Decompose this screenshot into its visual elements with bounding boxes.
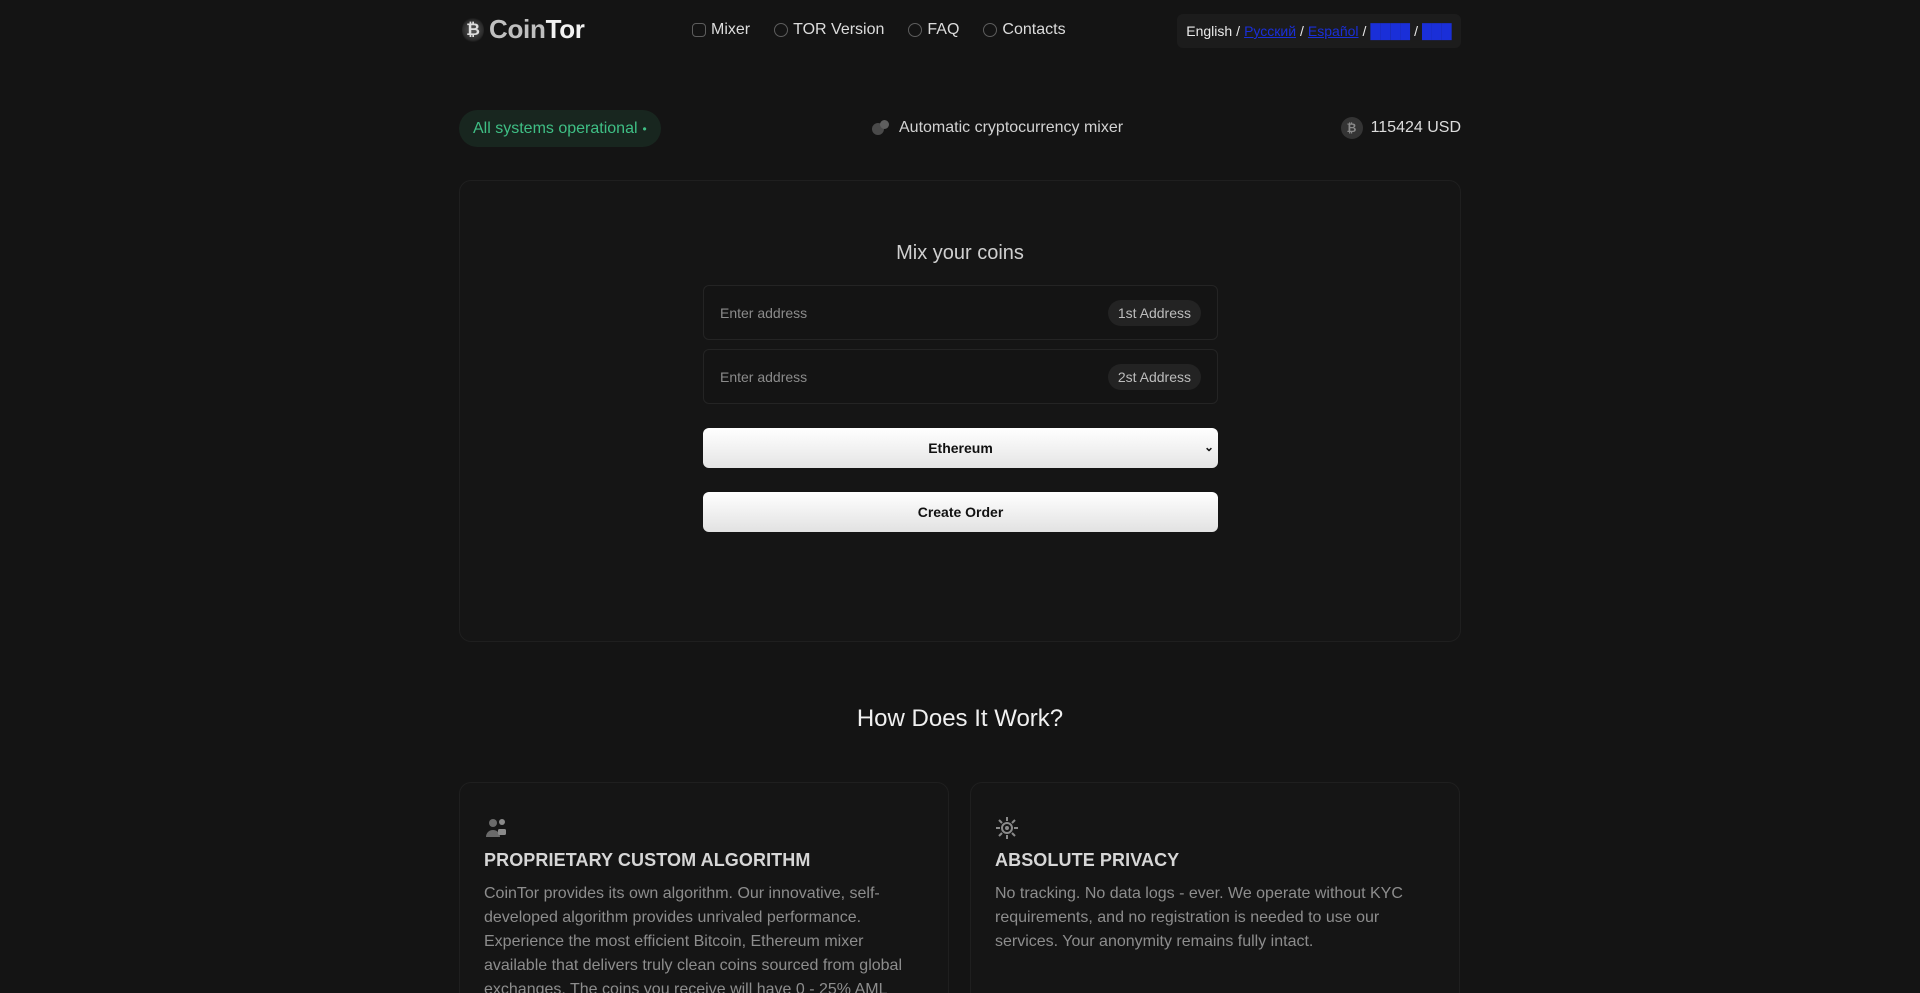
address-field-1: 1st Address bbox=[703, 285, 1218, 340]
contacts-icon bbox=[983, 23, 998, 37]
globe-icon bbox=[774, 23, 789, 37]
how-it-works-title: How Does It Work? bbox=[856, 705, 1064, 732]
language-switcher: English / Русский / Español / ████ / ███ bbox=[1177, 14, 1461, 48]
mixer-title: Mix your coins bbox=[896, 242, 1024, 264]
bitcoin-icon: ₿ bbox=[1340, 117, 1363, 139]
coins-icon bbox=[872, 120, 890, 136]
address-tag-1: 1st Address bbox=[1107, 299, 1201, 326]
logo[interactable]: ₿ CoinTor bbox=[459, 14, 585, 45]
mixer-card: Mix your coins 1st Address 2st Address E… bbox=[459, 180, 1461, 642]
user-coins-icon bbox=[486, 819, 506, 837]
mixer-icon bbox=[692, 23, 706, 37]
coin-select[interactable]: Ethereum ⌄ bbox=[703, 428, 1218, 468]
language-link-3[interactable]: ████ bbox=[1370, 23, 1410, 39]
nav-faq[interactable]: FAQ bbox=[908, 21, 959, 39]
nav-contacts[interactable]: Contacts bbox=[983, 21, 1066, 39]
address-field-2: 2st Address bbox=[703, 349, 1218, 404]
feature-text: CoinTor provides its own algorithm. Our … bbox=[484, 885, 902, 993]
logo-text: CoinTor bbox=[489, 14, 585, 44]
feature-card-algorithm: PROPRIETARY CUSTOM ALGORITHM CoinTor pro… bbox=[459, 782, 949, 993]
language-link-4[interactable]: ███ bbox=[1422, 23, 1452, 39]
language-link-spanish[interactable]: Español bbox=[1308, 23, 1359, 39]
btc-price-value: 115424 USD bbox=[1370, 119, 1461, 136]
nav-tor-version[interactable]: TOR Version bbox=[774, 21, 884, 39]
address-input-1[interactable] bbox=[720, 304, 1108, 321]
feature-title: ABSOLUTE PRIVACY bbox=[995, 850, 1180, 870]
language-link-russian[interactable]: Русский bbox=[1244, 23, 1296, 39]
coin-select-value: Ethereum bbox=[928, 440, 993, 456]
logo-bitcoin-icon: ₿ bbox=[459, 15, 487, 45]
create-order-button[interactable]: Create Order bbox=[703, 492, 1218, 532]
address-input-2[interactable] bbox=[720, 368, 1108, 385]
address-tag-2: 2st Address bbox=[1107, 363, 1201, 390]
tagline: Automatic cryptocurrency mixer bbox=[872, 119, 1123, 137]
status-dot: • bbox=[642, 121, 647, 136]
main-nav: Mixer TOR Version FAQ Contacts bbox=[692, 21, 1090, 39]
nav-mixer[interactable]: Mixer bbox=[692, 21, 750, 39]
btc-price: ₿ 115424 USD bbox=[1340, 117, 1461, 139]
feature-title: PROPRIETARY CUSTOM ALGORITHM bbox=[484, 850, 811, 870]
help-icon bbox=[908, 23, 923, 37]
language-current: English bbox=[1186, 23, 1233, 39]
site-header: ₿ CoinTor Mixer TOR Version FAQ Contacts… bbox=[459, 14, 1461, 48]
privacy-icon bbox=[996, 817, 1018, 839]
feature-card-privacy: ABSOLUTE PRIVACY No tracking. No data lo… bbox=[970, 782, 1460, 993]
feature-text: No tracking. No data logs - ever. We ope… bbox=[995, 885, 1403, 950]
status-badge: All systems operational • bbox=[459, 110, 661, 147]
chevron-down-icon: ⌄ bbox=[1203, 440, 1214, 454]
